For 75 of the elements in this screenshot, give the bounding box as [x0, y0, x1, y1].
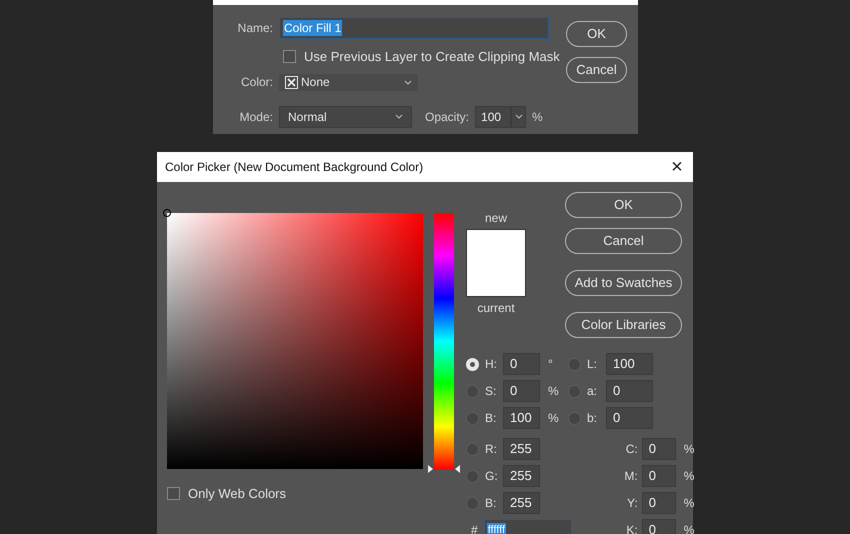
- radio-button[interactable]: [466, 412, 479, 424]
- number-field[interactable]: 0: [606, 380, 653, 402]
- number-field[interactable]: 0: [642, 519, 676, 534]
- caret-icon: [395, 114, 403, 119]
- number-field[interactable]: 0: [606, 407, 653, 429]
- number-field[interactable]: 0: [642, 492, 676, 514]
- dialog-button[interactable]: Cancel: [566, 57, 627, 83]
- unit-label: %: [532, 108, 543, 126]
- unit-label: °: [548, 356, 554, 373]
- number-field[interactable]: 100: [606, 353, 653, 375]
- unit-label: %: [684, 468, 694, 485]
- checkbox-label: Use Previous Layer to Create Clipping Mask: [304, 48, 560, 66]
- field-label: a:: [587, 383, 598, 400]
- radio-button[interactable]: [568, 412, 581, 424]
- caret-icon: [404, 80, 412, 84]
- radio-button[interactable]: [568, 384, 581, 398]
- radio-button[interactable]: [466, 442, 479, 456]
- caret-icon: [514, 114, 523, 119]
- opacity-dropdown[interactable]: [511, 106, 526, 128]
- field-label: Mode:: [238, 108, 273, 126]
- field-label: Name:: [236, 20, 273, 37]
- field-label: C:: [624, 441, 638, 458]
- field-label: Opacity:: [425, 108, 470, 126]
- dialog-button[interactable]: Cancel: [565, 228, 682, 254]
- radio-button[interactable]: [466, 384, 479, 398]
- field-label: K:: [625, 522, 638, 534]
- checkbox[interactable]: [167, 487, 180, 500]
- field-label: G:: [485, 468, 499, 485]
- slider-handle[interactable]: [428, 465, 460, 473]
- color-cursor-icon: [163, 209, 171, 217]
- checkbox-label: Only Web Colors: [188, 485, 286, 503]
- dialog-button[interactable]: OK: [565, 192, 682, 218]
- opacity-field[interactable]: 100: [475, 106, 512, 128]
- field-label: Color:: [240, 74, 273, 91]
- swatch-label: current: [476, 300, 516, 317]
- field-label: R:: [485, 441, 498, 458]
- unit-label: %: [548, 410, 560, 427]
- dialog-button[interactable]: OK: [566, 21, 627, 47]
- swatch-label: new: [484, 210, 508, 227]
- dialog-button[interactable]: Color Libraries: [565, 312, 682, 338]
- field-label: #: [471, 522, 478, 534]
- close-button[interactable]: ×: [669, 157, 685, 177]
- unit-label: %: [548, 383, 560, 400]
- dialog-button[interactable]: Add to Swatches: [565, 270, 682, 296]
- name-field[interactable]: Color Fill 1: [279, 17, 549, 39]
- new-color-swatch: [466, 229, 526, 297]
- field-label: H:: [485, 356, 498, 373]
- field-label: Y:: [626, 495, 638, 512]
- radio-button[interactable]: [568, 358, 581, 370]
- number-field[interactable]: 0: [642, 438, 676, 460]
- field-label: B:: [485, 495, 498, 512]
- radio-button[interactable]: [466, 358, 479, 370]
- number-field[interactable]: 100: [503, 407, 540, 429]
- number-field[interactable]: 0: [642, 465, 676, 487]
- radio-button[interactable]: [466, 496, 479, 510]
- field-label: b:: [587, 410, 598, 427]
- number-field[interactable]: 255: [503, 492, 540, 514]
- number-field[interactable]: 0: [503, 353, 540, 375]
- window-title: Color Picker (New Document Background Color): [165, 159, 424, 176]
- field-label: L:: [587, 356, 598, 373]
- no-color-icon: [285, 76, 298, 88]
- field-label: S:: [485, 383, 498, 400]
- hex-field[interactable]: ffffff: [484, 519, 572, 534]
- field-label: B:: [485, 410, 498, 427]
- unit-label: %: [684, 495, 694, 512]
- field-label: M:: [623, 468, 638, 485]
- mode-dropdown[interactable]: Normal: [279, 106, 412, 128]
- number-field[interactable]: 255: [503, 465, 540, 487]
- unit-label: %: [684, 522, 694, 534]
- checkbox[interactable]: [283, 50, 296, 64]
- number-field[interactable]: 255: [503, 438, 540, 460]
- unit-label: %: [684, 441, 694, 458]
- number-field[interactable]: 0: [503, 380, 540, 402]
- color-dropdown[interactable]: None: [279, 74, 418, 90]
- radio-button[interactable]: [466, 470, 479, 482]
